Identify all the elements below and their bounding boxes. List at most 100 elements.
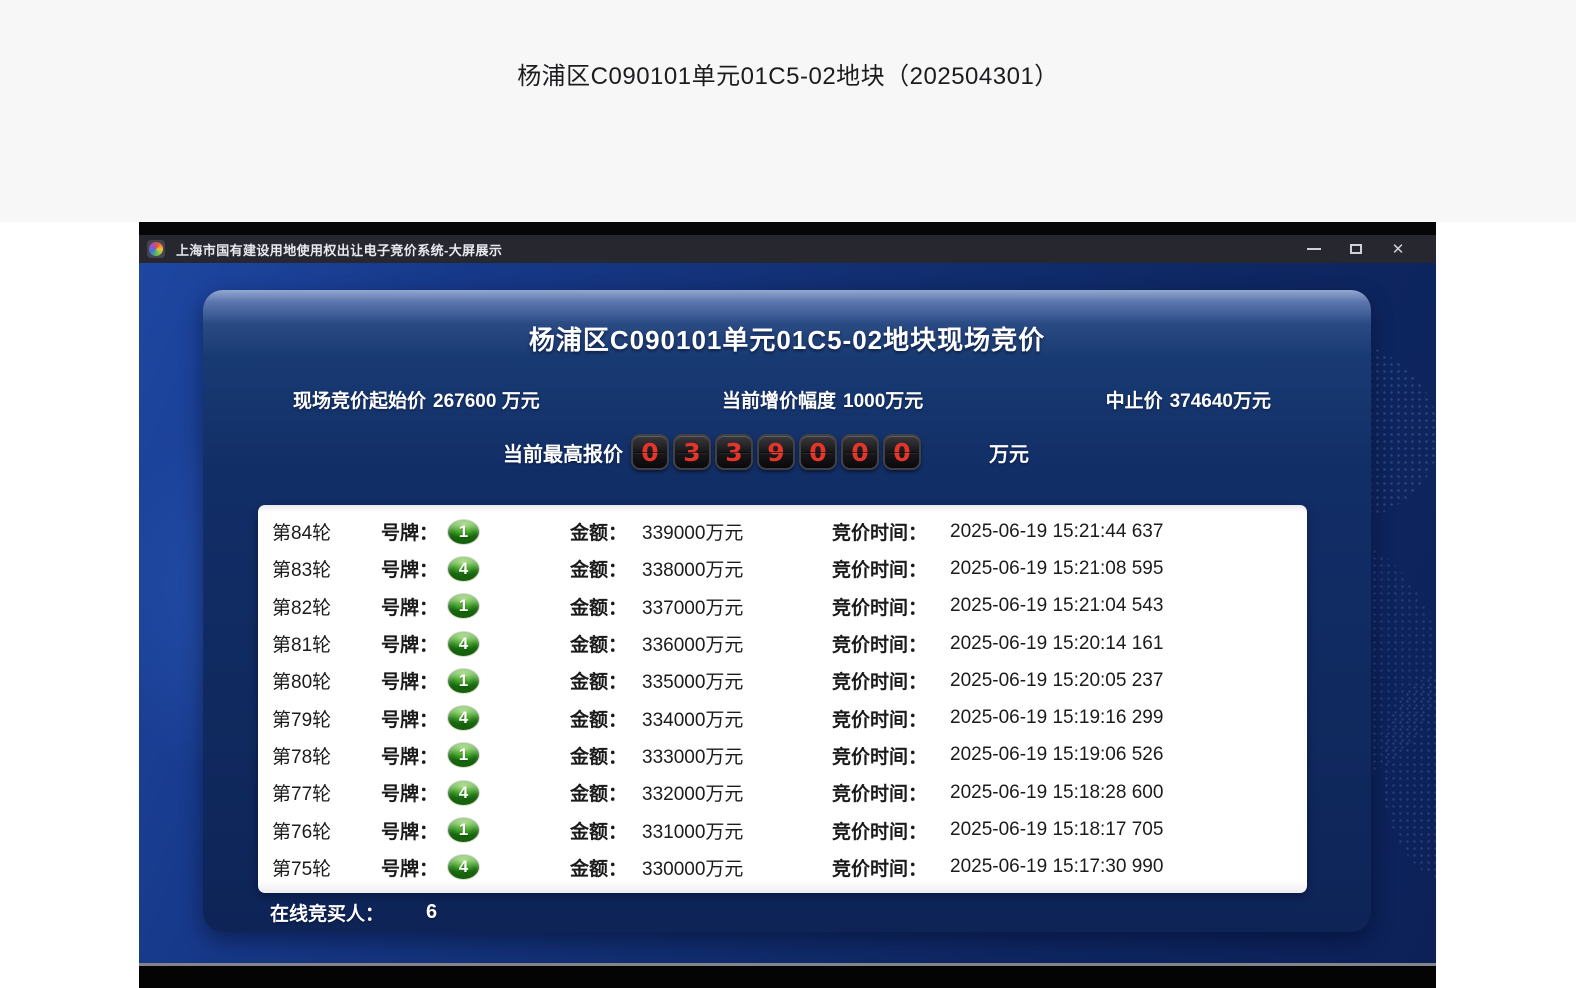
time-label: 竞价时间： xyxy=(832,709,928,731)
paddle-number-badge: 4 xyxy=(447,630,480,657)
minimize-button[interactable] xyxy=(1304,238,1324,260)
start-price-label: 现场竞价起始价 xyxy=(293,391,427,412)
online-bidders-count: 6 xyxy=(426,901,438,923)
amount-label: 金额： xyxy=(570,560,628,582)
paddle-label: 号牌： xyxy=(381,560,439,582)
close-button[interactable]: ✕ xyxy=(1388,238,1408,260)
paddle-label: 号牌： xyxy=(381,523,439,545)
bid-time: 2025-06-19 15:21:04 543 xyxy=(950,595,1164,617)
window-content: 杨浦区C090101单元01C5-02地块现场竞价 现场竞价起始价 267600… xyxy=(139,263,1436,963)
amount-label: 金额： xyxy=(570,523,628,545)
app-window: 上海市国有建设用地使用权出让电子竞价系统-大屏展示 ✕ 杨浦区C090101单元… xyxy=(139,222,1436,988)
bid-time: 2025-06-19 15:18:28 600 xyxy=(950,781,1164,803)
maximize-button[interactable] xyxy=(1346,238,1366,260)
bid-history-row: 第79轮 号牌： 4 金额： 334000万元 竞价时间： 2025-06-19… xyxy=(258,699,1307,736)
paddle-number-badge: 4 xyxy=(447,779,480,806)
bid-time: 2025-06-19 15:20:05 237 xyxy=(950,669,1164,691)
window-titlebar[interactable]: 上海市国有建设用地使用权出让电子竞价系统-大屏展示 ✕ xyxy=(139,222,1436,263)
app-logo-icon xyxy=(147,240,165,258)
bid-round: 第82轮 xyxy=(272,597,332,619)
bid-history-row: 第81轮 号牌： 4 金额： 336000万元 竞价时间： 2025-06-19… xyxy=(258,625,1307,662)
bid-history-row: 第76轮 号牌： 1 金额： 331000万元 竞价时间： 2025-06-19… xyxy=(258,811,1307,848)
bid-time: 2025-06-19 15:19:06 526 xyxy=(950,744,1164,766)
auction-heading: 杨浦区C090101单元01C5-02地块现场竞价 xyxy=(528,325,1046,355)
bid-time: 2025-06-19 15:20:14 161 xyxy=(950,632,1164,654)
paddle-number-badge: 4 xyxy=(447,555,480,582)
bid-time: 2025-06-19 15:18:17 705 xyxy=(950,819,1164,841)
time-label: 竞价时间： xyxy=(832,560,928,582)
bid-amount: 330000万元 xyxy=(642,858,744,880)
paddle-label: 号牌： xyxy=(381,784,439,806)
bid-round: 第83轮 xyxy=(272,560,332,582)
paddle-label: 号牌： xyxy=(381,672,439,694)
bid-history-row: 第84轮 号牌： 1 金额： 339000万元 竞价时间： 2025-06-19… xyxy=(258,513,1307,550)
bid-amount: 338000万元 xyxy=(642,560,744,582)
paddle-label: 号牌： xyxy=(381,821,439,843)
bid-amount: 339000万元 xyxy=(642,523,744,545)
bid-digits: 0339000 xyxy=(631,434,921,470)
highest-bid-label: 当前最高报价 xyxy=(503,443,623,466)
bid-digit-tile: 0 xyxy=(799,434,837,470)
paddle-number-badge: 4 xyxy=(447,705,480,732)
bid-round: 第77轮 xyxy=(272,784,332,806)
paddle-label: 号牌： xyxy=(381,709,439,731)
bid-amount: 333000万元 xyxy=(642,746,744,768)
online-bidders: 在线竞买人： 6 xyxy=(270,899,437,926)
auction-panel: 杨浦区C090101单元01C5-02地块现场竞价 现场竞价起始价 267600… xyxy=(203,290,1436,932)
bid-history-row: 第77轮 号牌： 4 金额： 332000万元 竞价时间： 2025-06-19… xyxy=(258,774,1307,811)
bid-time: 2025-06-19 15:21:08 595 xyxy=(950,557,1164,579)
amount-label: 金额： xyxy=(570,672,628,694)
bid-amount: 331000万元 xyxy=(642,821,744,843)
start-price: 现场竞价起始价 267600 万元 xyxy=(293,386,540,413)
page-background-top: 杨浦区C090101单元01C5-02地块（202504301） xyxy=(0,0,1576,222)
bid-round: 第80轮 xyxy=(272,672,332,694)
bid-time: 2025-06-19 15:21:44 637 xyxy=(950,520,1164,542)
paddle-label: 号牌： xyxy=(381,746,439,768)
bid-amount: 336000万元 xyxy=(642,635,744,657)
highest-bid-row: 当前最高报价 0339000 万元 xyxy=(203,434,1371,470)
bid-digit-tile: 0 xyxy=(631,434,669,470)
time-label: 竞价时间： xyxy=(832,746,928,768)
amount-label: 金额： xyxy=(570,597,628,619)
bid-history-row: 第75轮 号牌： 4 金额： 330000万元 竞价时间： 2025-06-19… xyxy=(258,849,1307,886)
bid-amount: 337000万元 xyxy=(642,597,744,619)
bid-round: 第79轮 xyxy=(272,709,332,731)
increment-step: 当前增价幅度 1000万元 xyxy=(722,386,923,413)
bid-digit-tile: 0 xyxy=(883,434,921,470)
bid-digit-tile: 0 xyxy=(841,434,879,470)
bid-history-row: 第83轮 号牌： 4 金额： 338000万元 竞价时间： 2025-06-19… xyxy=(258,550,1307,587)
time-label: 竞价时间： xyxy=(832,821,928,843)
paddle-number-badge: 1 xyxy=(447,742,480,769)
page-title: 杨浦区C090101单元01C5-02地块（202504301） xyxy=(517,63,1059,90)
bid-history-row: 第80轮 号牌： 1 金额： 335000万元 竞价时间： 2025-06-19… xyxy=(258,662,1307,699)
window-bottom-bar xyxy=(139,963,1436,988)
bid-digit-tile: 3 xyxy=(715,434,753,470)
time-label: 竞价时间： xyxy=(832,523,928,545)
stop-price: 中止价 374640万元 xyxy=(1106,386,1271,413)
amount-label: 金额： xyxy=(570,858,628,880)
stop-price-value: 374640万元 xyxy=(1169,391,1271,412)
online-bidders-label: 在线竞买人： xyxy=(270,904,385,925)
paddle-label: 号牌： xyxy=(381,635,439,657)
paddle-number-badge: 4 xyxy=(447,854,480,881)
paddle-label: 号牌： xyxy=(381,597,439,619)
amount-label: 金额： xyxy=(570,709,628,731)
bid-round: 第81轮 xyxy=(272,635,332,657)
bid-digit-tile: 9 xyxy=(757,434,795,470)
bid-history-row: 第78轮 号牌： 1 金额： 333000万元 竞价时间： 2025-06-19… xyxy=(258,737,1307,774)
highest-bid-unit: 万元 xyxy=(989,443,1029,466)
time-label: 竞价时间： xyxy=(832,784,928,806)
window-title: 上海市国有建设用地使用权出让电子竞价系统-大屏展示 xyxy=(176,242,503,258)
bid-round: 第84轮 xyxy=(272,523,332,545)
time-label: 竞价时间： xyxy=(832,635,928,657)
time-label: 竞价时间： xyxy=(832,597,928,619)
paddle-number-badge: 1 xyxy=(447,518,480,545)
bid-round: 第76轮 xyxy=(272,821,332,843)
bid-table: 第84轮 号牌： 1 金额： 339000万元 竞价时间： 2025-06-19… xyxy=(258,505,1307,893)
start-price-value: 267600 万元 xyxy=(433,391,540,412)
bid-amount: 332000万元 xyxy=(642,784,744,806)
paddle-label: 号牌： xyxy=(381,858,439,880)
paddle-number-badge: 1 xyxy=(447,593,480,620)
time-label: 竞价时间： xyxy=(832,672,928,694)
bid-round: 第78轮 xyxy=(272,746,332,768)
